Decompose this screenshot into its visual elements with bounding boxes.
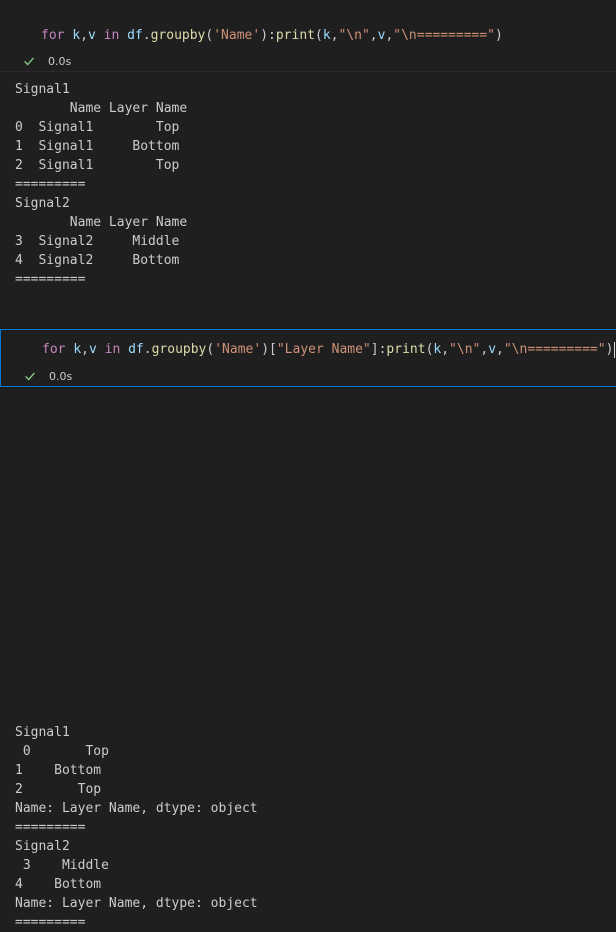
output-line: 2 Signal1 Top bbox=[15, 158, 180, 173]
code-token: for bbox=[41, 28, 65, 43]
notebook-cell-1[interactable]: for k,v in df.groupby('Name'):print(k,"\… bbox=[0, 0, 616, 300]
code-line[interactable]: for k,v in df.groupby('Name'):print(k,"\… bbox=[41, 27, 503, 45]
code-token: "Layer Name" bbox=[276, 342, 371, 357]
output-line: 0 Top bbox=[15, 744, 109, 759]
code-token: v bbox=[87, 28, 96, 43]
code-token: . bbox=[142, 28, 151, 43]
output-line: ========= bbox=[15, 272, 86, 287]
execution-time: 0.0s bbox=[48, 54, 72, 68]
text-cursor bbox=[614, 341, 616, 358]
output-line: Signal1 bbox=[15, 82, 70, 97]
code-token: . bbox=[143, 342, 152, 357]
code-token: , bbox=[369, 28, 378, 43]
code-token: print bbox=[275, 28, 315, 43]
execution-status: 0.0s bbox=[22, 53, 71, 69]
output-line: ========= bbox=[15, 915, 86, 930]
code-token: , bbox=[496, 342, 504, 357]
output-line: 0 Signal1 Top bbox=[15, 120, 180, 135]
code-token: in bbox=[104, 342, 121, 357]
output-line: Name Layer Name bbox=[15, 101, 188, 116]
output-line: ========= bbox=[15, 177, 86, 192]
output-line: ========= bbox=[15, 820, 86, 835]
output-line: 3 Signal2 Middle bbox=[15, 234, 180, 249]
code-token: df bbox=[127, 28, 143, 43]
code-token: ): bbox=[260, 28, 276, 43]
code-token: 'Name' bbox=[214, 342, 262, 357]
code-token: 'Name' bbox=[213, 28, 261, 43]
code-token: ]: bbox=[370, 342, 387, 357]
code-cell-input[interactable]: for k,v in df.groupby('Name'):print(k,"\… bbox=[0, 0, 616, 72]
output-line: 3 Middle bbox=[15, 858, 109, 873]
code-token: in bbox=[103, 28, 120, 43]
code-token: groupby bbox=[151, 342, 207, 357]
cell-output: Signal1 Name Layer Name 0 Signal1 Top 1 Si… bbox=[15, 80, 187, 289]
code-token: , bbox=[80, 28, 88, 43]
code-token: df bbox=[128, 342, 144, 357]
code-token: v bbox=[488, 342, 497, 357]
cell-output: Signal1 0 Top 1 Bottom 2 Top Name: Layer Na… bbox=[15, 723, 258, 932]
code-token: for bbox=[42, 342, 66, 357]
output-line: Name: Layer Name, dtype: object bbox=[15, 896, 258, 911]
output-line: Signal2 bbox=[15, 196, 70, 211]
output-line: 4 Signal2 Bottom bbox=[15, 253, 180, 268]
code-token: k bbox=[72, 28, 81, 43]
execution-status: 0.0s bbox=[23, 368, 72, 384]
check-icon bbox=[24, 57, 34, 66]
code-token: "\n=========" bbox=[393, 28, 496, 43]
check-icon bbox=[25, 372, 35, 381]
code-token: )[ bbox=[261, 342, 277, 357]
code-token: v bbox=[88, 342, 97, 357]
output-line: Signal2 bbox=[15, 839, 70, 854]
code-token: , bbox=[441, 342, 450, 357]
code-line[interactable]: for k,v in df.groupby('Name')["Layer Nam… bbox=[42, 341, 616, 359]
output-line: Name: Layer Name, dtype: object bbox=[15, 801, 258, 816]
code-token: k bbox=[322, 28, 331, 43]
code-token: ) bbox=[605, 342, 614, 357]
code-token: ( bbox=[314, 28, 323, 43]
code-token: ) bbox=[495, 28, 503, 43]
code-token: "\n=========" bbox=[503, 342, 606, 357]
output-line: 2 Top bbox=[15, 782, 102, 797]
code-token: k bbox=[73, 342, 82, 357]
code-token: groupby bbox=[150, 28, 206, 43]
output-line: Signal1 bbox=[15, 725, 70, 740]
execution-time: 0.0s bbox=[49, 369, 73, 383]
code-token: "\n" bbox=[338, 28, 370, 43]
code-token: , bbox=[480, 342, 489, 357]
output-line: 1 Signal1 Bottom bbox=[15, 139, 180, 154]
code-token: , bbox=[81, 342, 89, 357]
code-token: "\n" bbox=[449, 342, 481, 357]
code-cell-input[interactable]: for k,v in df.groupby('Name')["Layer Nam… bbox=[0, 329, 616, 387]
output-line: 1 Bottom bbox=[15, 763, 102, 778]
notebook-cell-2[interactable]: for k,v in df.groupby('Name')["Layer Nam… bbox=[0, 329, 616, 930]
output-line: 4 Bottom bbox=[15, 877, 102, 892]
output-line: Name Layer Name bbox=[15, 215, 188, 230]
code-token: print bbox=[386, 342, 426, 357]
